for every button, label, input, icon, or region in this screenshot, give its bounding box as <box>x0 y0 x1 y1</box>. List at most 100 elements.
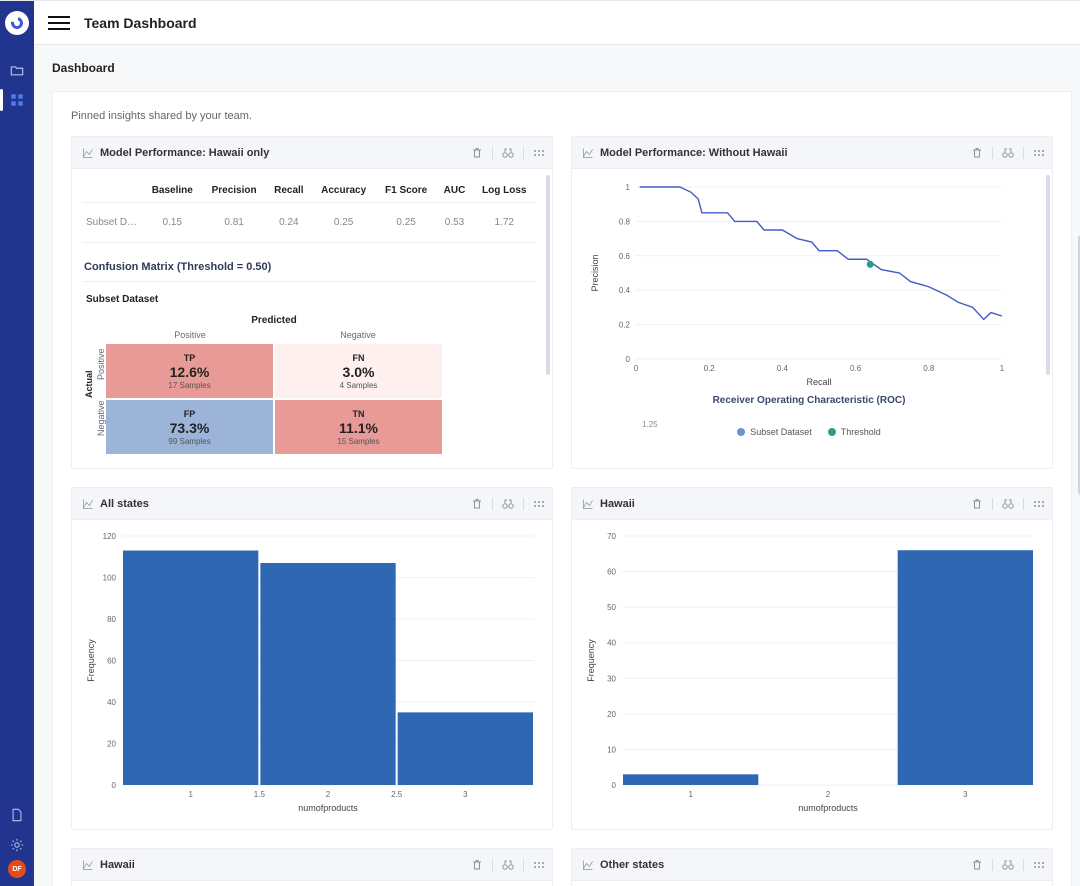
pr-chart: 00.20.40.60.8100.20.40.60.81RecallPrecis… <box>582 179 1012 389</box>
view-button[interactable] <box>1001 146 1015 160</box>
gear-icon <box>10 838 24 852</box>
delete-button[interactable] <box>970 497 984 511</box>
cm-predicted-axis: Predicted <box>106 315 442 326</box>
cm-col-positive: Positive <box>106 330 274 340</box>
header: Team Dashboard <box>34 1 1080 45</box>
delete-button[interactable] <box>470 146 484 160</box>
legend-threshold: Threshold <box>828 427 881 437</box>
row-label: Subset D… <box>82 203 143 243</box>
cm-heading: Confusion Matrix (Threshold = 0.50) <box>84 261 536 282</box>
card-title: Model Performance: Without Hawaii <box>600 147 788 159</box>
trash-icon <box>971 147 983 159</box>
col-logloss: Log Loss <box>472 179 536 203</box>
col-baseline: Baseline <box>143 179 202 203</box>
chart-icon <box>582 498 594 510</box>
grip-icon <box>1034 148 1044 158</box>
sidebar-item-docs[interactable] <box>0 800 34 830</box>
grip-icon <box>534 148 544 158</box>
svg-text:Precision: Precision <box>590 254 600 291</box>
delete-button[interactable] <box>970 858 984 872</box>
sidebar: DF <box>0 1 34 886</box>
svg-text:0: 0 <box>634 364 639 373</box>
view-button[interactable] <box>1001 858 1015 872</box>
chart-icon <box>582 859 594 871</box>
legend-subset: Subset Dataset <box>737 427 812 437</box>
menu-button[interactable] <box>48 12 70 34</box>
svg-text:60: 60 <box>107 657 116 666</box>
avatar[interactable]: DF <box>8 860 26 878</box>
cm-col-negative: Negative <box>274 330 442 340</box>
trash-icon <box>471 859 483 871</box>
card-title: Other states <box>600 859 664 871</box>
binoculars-icon <box>502 148 514 158</box>
breadcrumb: Dashboard <box>34 45 1080 83</box>
svg-text:50: 50 <box>607 603 616 612</box>
card-hawaii: Hawaii 010203040506070123numofproductsFr… <box>571 487 1053 830</box>
drag-handle[interactable] <box>1032 146 1046 160</box>
card-title: Model Performance: Hawaii only <box>100 147 269 159</box>
table-row: Subset D… 0.15 0.81 0.24 0.25 0.25 0.53 … <box>82 203 536 243</box>
svg-text:0: 0 <box>112 781 117 790</box>
delete-button[interactable] <box>970 146 984 160</box>
scrollbar[interactable] <box>546 175 550 445</box>
drag-handle[interactable] <box>532 858 546 872</box>
view-button[interactable] <box>501 858 515 872</box>
chart-icon <box>82 147 94 159</box>
binoculars-icon <box>502 499 514 509</box>
svg-text:10: 10 <box>607 745 616 754</box>
binoculars-icon <box>502 860 514 870</box>
sidebar-item-settings[interactable] <box>0 830 34 860</box>
svg-text:80: 80 <box>107 615 116 624</box>
svg-text:3: 3 <box>463 790 468 799</box>
svg-text:1: 1 <box>188 790 193 799</box>
grip-icon <box>1034 860 1044 870</box>
svg-text:70: 70 <box>607 532 616 541</box>
bar-chart-hawaii: 010203040506070123numofproductsFrequency <box>582 530 1042 815</box>
view-button[interactable] <box>501 497 515 511</box>
card-other-states-score: Other states Score Threshold <box>571 848 1053 886</box>
svg-text:3: 3 <box>963 790 968 799</box>
svg-text:0.6: 0.6 <box>619 252 631 261</box>
trash-icon <box>971 498 983 510</box>
svg-text:1: 1 <box>1000 364 1005 373</box>
svg-text:1: 1 <box>688 790 693 799</box>
cm-cell-fp: FP73.3%99 Samples <box>106 400 273 454</box>
drag-handle[interactable] <box>532 146 546 160</box>
chart-icon <box>82 859 94 871</box>
view-button[interactable] <box>1001 497 1015 511</box>
col-auc: AUC <box>437 179 473 203</box>
delete-button[interactable] <box>470 858 484 872</box>
delete-button[interactable] <box>470 497 484 511</box>
drag-handle[interactable] <box>532 497 546 511</box>
drag-handle[interactable] <box>1032 497 1046 511</box>
svg-text:30: 30 <box>607 674 616 683</box>
card-title: Hawaii <box>100 859 135 871</box>
subset-title: Subset Dataset <box>86 294 536 305</box>
card-model-perf-hawaii: Model Performance: Hawaii only <box>71 136 553 469</box>
chart-subtitle: Receiver Operating Characteristic (ROC) <box>582 395 1036 406</box>
col-precision: Precision <box>202 179 266 203</box>
trash-icon <box>471 147 483 159</box>
svg-text:2: 2 <box>826 790 831 799</box>
view-button[interactable] <box>501 146 515 160</box>
svg-text:0.8: 0.8 <box>619 217 631 226</box>
svg-text:1: 1 <box>626 183 631 192</box>
card-title: All states <box>100 498 149 510</box>
scrollbar[interactable] <box>1046 175 1050 445</box>
sidebar-item-dashboard[interactable] <box>0 85 34 115</box>
brand-logo[interactable] <box>5 11 29 35</box>
document-icon <box>10 808 24 822</box>
binoculars-icon <box>1002 148 1014 158</box>
svg-text:0: 0 <box>626 355 631 364</box>
card-hawaii-score: Hawaii Score Threshold <box>71 848 553 886</box>
card-title: Hawaii <box>600 498 635 510</box>
svg-text:2: 2 <box>326 790 331 799</box>
folder-icon <box>10 63 24 77</box>
svg-text:1.5: 1.5 <box>254 790 266 799</box>
drag-handle[interactable] <box>1032 858 1046 872</box>
binoculars-icon <box>1002 860 1014 870</box>
cm-cell-tn: TN11.1%15 Samples <box>275 400 442 454</box>
grip-icon <box>534 499 544 509</box>
sidebar-item-files[interactable] <box>0 55 34 85</box>
cm-cell-tp: TP12.6%17 Samples <box>106 344 273 398</box>
